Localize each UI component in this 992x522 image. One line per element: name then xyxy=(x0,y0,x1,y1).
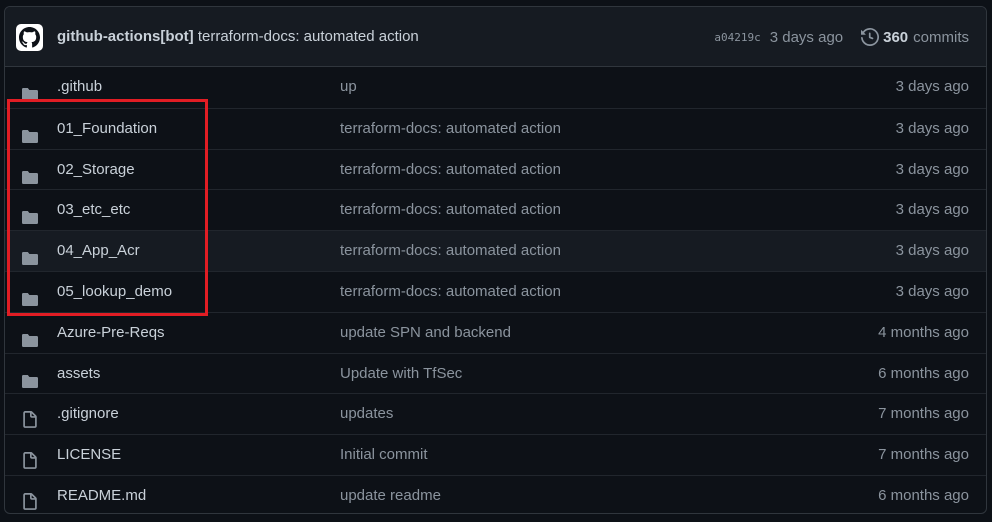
file-list: github-actions[bot] terraform-docs: auto… xyxy=(4,6,987,514)
file-name-link[interactable]: 03_etc_etc xyxy=(57,190,130,230)
file-name-link[interactable]: LICENSE xyxy=(57,435,121,475)
commit-age: 3 days ago xyxy=(769,28,844,46)
commit-age: 3 days ago xyxy=(895,78,969,95)
commit-sha[interactable]: a04219c xyxy=(714,31,760,44)
github-avatar[interactable] xyxy=(16,24,43,51)
file-row[interactable]: .github up 3 days ago xyxy=(5,67,986,108)
commit-age: 6 months ago xyxy=(878,364,969,382)
commit-message-link[interactable]: update readme xyxy=(340,476,441,513)
commit-age: 6 months ago xyxy=(878,486,969,504)
folder-icon xyxy=(21,284,39,306)
commit-age: 3 days ago xyxy=(895,282,969,300)
folder-icon xyxy=(21,79,39,101)
commit-message-link[interactable]: terraform-docs: automated action xyxy=(198,28,419,45)
commit-message-link[interactable]: up xyxy=(340,67,357,107)
file-row[interactable]: LICENSE Initial commit 7 months ago xyxy=(5,434,986,475)
github-logo-icon xyxy=(19,27,40,48)
folder-icon xyxy=(21,202,39,225)
commit-meta: a04219c 3 days ago 360 commits xyxy=(714,7,969,67)
file-name-link[interactable]: README.md xyxy=(57,476,146,513)
commit-author[interactable]: github-actions[bot] xyxy=(57,28,194,45)
latest-commit-message: github-actions[bot] terraform-docs: auto… xyxy=(57,7,419,67)
file-row[interactable]: assets Update with TfSec 6 months ago xyxy=(5,352,986,394)
commit-age: 7 months ago xyxy=(878,405,969,423)
commit-message-link[interactable]: terraform-docs: automated action xyxy=(340,190,561,230)
commit-message-link[interactable]: terraform-docs: automated action xyxy=(340,231,561,271)
commit-age: 3 days ago xyxy=(895,160,969,178)
commit-count-label: commits xyxy=(913,28,969,46)
commit-message-link[interactable]: Initial commit xyxy=(340,435,428,475)
file-name-link[interactable]: 02_Storage xyxy=(57,150,135,190)
file-row[interactable]: 03_etc_etc terraform-docs: automated acti… xyxy=(5,189,986,230)
commit-age: 3 days ago xyxy=(895,201,969,219)
folder-icon xyxy=(21,243,39,266)
commit-age: 3 days ago xyxy=(895,119,969,137)
folder-icon xyxy=(21,325,39,347)
commit-count: 360 xyxy=(883,28,909,46)
file-row[interactable]: README.md update readme 6 months ago xyxy=(5,474,986,513)
folder-icon xyxy=(21,162,39,184)
commit-age: 7 months ago xyxy=(878,446,969,464)
file-name-link[interactable]: Azure-Pre-Reqs xyxy=(57,313,165,353)
file-icon xyxy=(21,405,39,429)
file-row[interactable]: 01_Foundation terraform-docs: automated a… xyxy=(5,107,986,149)
commit-message-link[interactable]: terraform-docs: automated action xyxy=(340,272,561,312)
commit-message-link[interactable]: terraform-docs: automated action xyxy=(340,109,561,149)
file-name-link[interactable]: .gitignore xyxy=(57,394,119,434)
file-name-link[interactable]: assets xyxy=(57,354,100,394)
latest-commit-header: github-actions[bot] terraform-docs: auto… xyxy=(5,7,986,67)
commit-message-link[interactable]: terraform-docs: automated action xyxy=(340,150,561,190)
file-row[interactable]: 05_lookup_demo terraform-docs: automated … xyxy=(5,270,986,312)
file-row[interactable]: Azure-Pre-Reqs update SPN and backend 4 mo… xyxy=(5,311,986,353)
folder-icon xyxy=(21,366,39,388)
file-name-link[interactable]: 01_Foundation xyxy=(57,109,157,149)
file-icon xyxy=(21,446,39,470)
file-row[interactable]: 02_Storage terraform-docs: automated acti… xyxy=(5,148,986,190)
commit-age: 4 months ago xyxy=(878,323,969,341)
commit-message-link[interactable]: Update with TfSec xyxy=(340,354,462,394)
file-name-link[interactable]: 04_App_Acr xyxy=(57,231,140,271)
file-name-link[interactable]: .github xyxy=(57,67,102,107)
file-rows: .github up 3 days ago 01_Foundation terrafor… xyxy=(5,67,986,513)
file-icon xyxy=(21,487,39,510)
file-row[interactable]: 04_App_Acr terraform-docs: automated acti… xyxy=(5,230,986,271)
commit-message-link[interactable]: updates xyxy=(340,394,393,434)
history-icon xyxy=(861,28,880,46)
commits-link[interactable]: 360 commits xyxy=(861,28,969,46)
file-name-link[interactable]: 05_lookup_demo xyxy=(57,272,172,312)
file-row[interactable]: .gitignore updates 7 months ago xyxy=(5,393,986,434)
commit-age: 3 days ago xyxy=(895,242,969,260)
folder-icon xyxy=(21,121,39,143)
commit-message-link[interactable]: update SPN and backend xyxy=(340,313,511,353)
